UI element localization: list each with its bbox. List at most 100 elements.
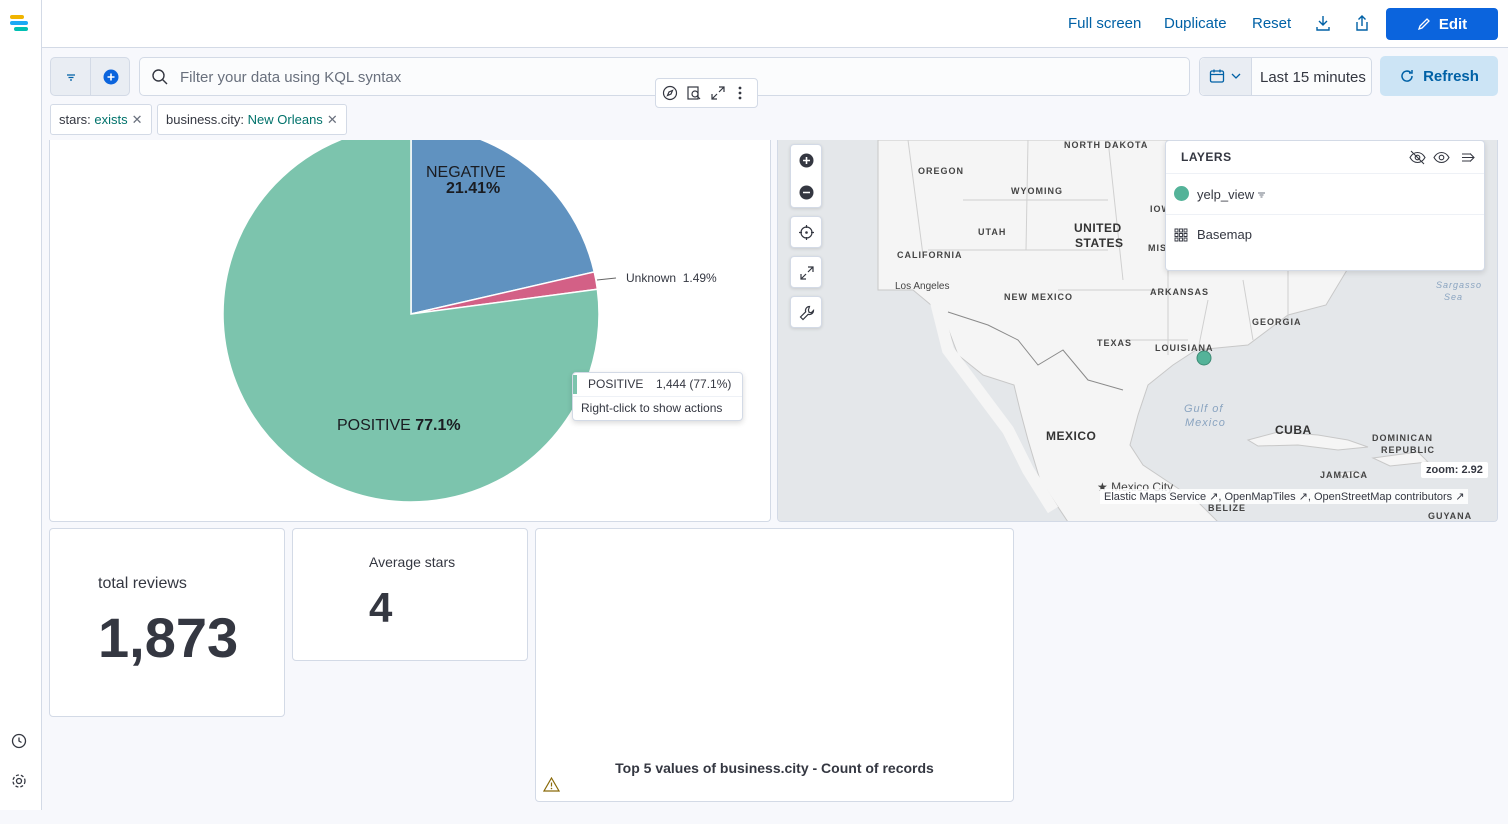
panel-toolbar: [655, 78, 758, 108]
tools-button[interactable]: [790, 296, 822, 328]
map-label: GUYANA: [1428, 511, 1473, 521]
map-label: OREGON: [918, 166, 965, 176]
reset-link[interactable]: Reset: [1252, 15, 1291, 32]
map-label: Gulf of: [1184, 403, 1224, 415]
layers-panel: LAYERS yelp_view Basemap: [1165, 140, 1485, 271]
elastic-logo-icon[interactable]: [10, 15, 28, 33]
inspect-icon[interactable]: [686, 85, 702, 101]
map-label: ARKANSAS: [1150, 287, 1210, 297]
unknown-label: Unknown: [626, 271, 677, 285]
remove-filter-icon[interactable]: ✕: [132, 112, 143, 127]
show-all-layers-icon[interactable]: [1433, 150, 1450, 165]
tooltip-hint: Right-click to show actions: [581, 401, 723, 415]
tooltip-color-swatch: [573, 375, 577, 394]
download-icon[interactable]: [1314, 14, 1332, 32]
filter-key: business.city:: [166, 112, 245, 127]
refresh-icon: [1401, 70, 1413, 82]
filter-pill-city[interactable]: business.city: New Orleans ✕: [157, 104, 347, 135]
zoom-value: 2.92: [1461, 464, 1483, 476]
layer-row-basemap[interactable]: Basemap: [1166, 214, 1484, 254]
map-label: WYOMING: [1011, 186, 1063, 196]
hide-all-layers-icon[interactable]: [1409, 150, 1426, 165]
map-label: DOMINICAN: [1372, 433, 1433, 443]
warning-icon[interactable]: [543, 777, 560, 792]
zoom-label: zoom:: [1426, 464, 1459, 476]
map-label: MEXICO: [1046, 429, 1097, 443]
total-reviews-panel: total reviews 1,873: [49, 528, 285, 717]
map-label: STATES: [1075, 236, 1124, 250]
map-label: JAMAICA: [1320, 470, 1369, 480]
remove-filter-icon[interactable]: ✕: [327, 112, 338, 127]
average-stars-panel: Average stars 4: [292, 528, 528, 661]
collapse-panel-icon[interactable]: [1461, 150, 1477, 165]
chevron-down-icon: [1231, 73, 1241, 79]
positive-value: 77.1%: [415, 417, 461, 434]
filter-key: stars:: [59, 112, 91, 127]
search-icon: [152, 69, 168, 85]
unknown-value: 1.49%: [682, 271, 717, 285]
gear-icon[interactable]: [10, 772, 28, 790]
explore-compass-icon[interactable]: [662, 85, 678, 101]
layer-color-swatch: [1174, 186, 1189, 201]
layer-name: yelp_view: [1197, 187, 1255, 202]
zoom-in-icon[interactable]: [798, 152, 815, 169]
edit-button-label: Edit: [1438, 15, 1468, 33]
metric-value: 4: [369, 584, 393, 631]
panel-title: Top 5 values of business.city - Count of…: [615, 760, 934, 776]
layers-title: LAYERS: [1181, 150, 1232, 164]
share-icon[interactable]: [1353, 14, 1371, 32]
map-attribution[interactable]: Elastic Maps Service ↗, OpenMapTiles ↗, …: [1100, 489, 1469, 504]
layer-name: Basemap: [1197, 227, 1252, 242]
reset-view-button[interactable]: [790, 216, 822, 248]
fullscreen-map-button[interactable]: [790, 256, 822, 288]
map-label: Sargasso: [1436, 280, 1483, 290]
map-label: UTAH: [978, 227, 1007, 237]
refresh-button[interactable]: Refresh: [1380, 56, 1498, 96]
date-picker[interactable]: Last 15 minutes: [1199, 57, 1372, 96]
wrench-icon: [799, 305, 815, 321]
calendar-icon: [1209, 69, 1225, 83]
maximize-icon[interactable]: [710, 85, 726, 101]
map-label: NEW MEXICO: [1004, 292, 1074, 302]
expand-icon: [800, 266, 814, 280]
pie-chart: [222, 140, 617, 503]
map-data-point[interactable]: [1196, 350, 1212, 366]
filter-icon: [1258, 192, 1265, 198]
map-label: UNITED: [1074, 221, 1122, 235]
zoom-out-icon[interactable]: [798, 184, 815, 201]
search-placeholder: Filter your data using KQL syntax: [180, 69, 402, 86]
unknown-slice-label: Unknown 1.49%: [626, 271, 717, 285]
refresh-label: Refresh: [1423, 67, 1479, 85]
map-label: TEXAS: [1097, 338, 1133, 348]
time-range-label: Last 15 minutes: [1260, 69, 1366, 86]
grid-layer-icon: [1174, 228, 1188, 242]
layer-row-yelp-view[interactable]: yelp_view: [1166, 173, 1484, 213]
tooltip-label: POSITIVE: [588, 377, 644, 391]
add-filter-icon[interactable]: [102, 68, 120, 86]
map-label: CALIFORNIA: [897, 250, 963, 260]
pie-tooltip: POSITIVE 1,444 (77.1%) Right-click to sh…: [572, 372, 743, 421]
map-label: NORTH DAKOTA: [1064, 140, 1149, 150]
duplicate-link[interactable]: Duplicate: [1164, 15, 1227, 32]
quick-select-button[interactable]: [1200, 58, 1252, 95]
map-panel: NORTH DAKOTA OREGON WYOMING IOW UNITED S…: [777, 140, 1498, 522]
left-nav-rail: [0, 0, 42, 810]
zoom-indicator: zoom: 2.92: [1421, 462, 1488, 478]
filter-menu-icon[interactable]: [64, 70, 78, 84]
metric-title: total reviews: [98, 575, 187, 592]
more-options-icon[interactable]: [736, 85, 744, 101]
top-cities-panel: Top 5 values of business.city - Count of…: [535, 528, 1014, 802]
pencil-icon: [1417, 18, 1430, 31]
map-label: Sea: [1444, 292, 1464, 302]
map-label: BELIZE: [1208, 503, 1247, 513]
map-label: GEORGIA: [1252, 317, 1302, 327]
filter-pill-stars[interactable]: stars: exists ✕: [50, 104, 152, 135]
pie-chart-panel: NEGATIVE 21.41% Unknown 1.49% POSITIVE 7…: [49, 140, 771, 522]
positive-slice-label: POSITIVE 77.1%: [337, 417, 461, 435]
full-screen-link[interactable]: Full screen: [1068, 15, 1141, 32]
metric-title: Average stars: [369, 554, 456, 570]
filter-value: New Orleans: [247, 112, 323, 127]
edit-button[interactable]: Edit: [1386, 8, 1498, 40]
clock-icon[interactable]: [10, 732, 28, 750]
map-label: CUBA: [1275, 423, 1312, 437]
